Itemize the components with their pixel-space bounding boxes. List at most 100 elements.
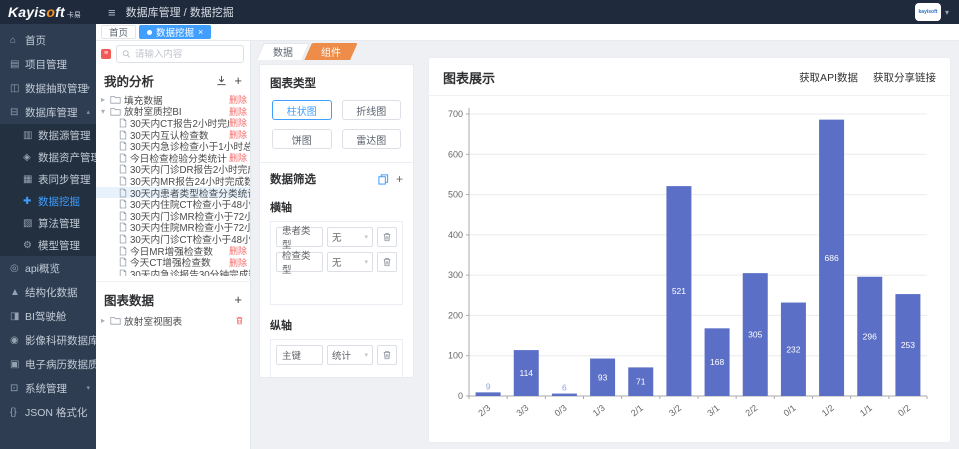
chart-title: 图表展示: [443, 68, 495, 87]
avatar[interactable]: kayisoft: [915, 3, 941, 21]
add-filter-icon[interactable]: +: [396, 173, 403, 185]
config-panel: 数据 组件 图表类型 柱状图折线图饼图雷达图 数据筛选 + 横轴 患者类型无▾检…: [252, 41, 422, 449]
delete-trash-icon[interactable]: [235, 316, 250, 325]
data-source-icon: ▥: [23, 130, 38, 141]
sidebar-item-model[interactable]: ⚙模型管理: [0, 234, 96, 256]
bar-value-label: 168: [710, 357, 724, 367]
delete-axis-button[interactable]: [377, 252, 397, 272]
add-analysis-icon[interactable]: +: [234, 74, 242, 87]
sidebar-item-system[interactable]: ⊡系统管理▾: [0, 376, 96, 400]
bar-value-label: 686: [824, 253, 838, 263]
sidebar-item-data-extract[interactable]: ◫数据抽取管理▾: [0, 76, 96, 100]
tab-component[interactable]: 组件: [308, 43, 354, 60]
file-icon: [119, 269, 127, 276]
sidebar-item-structured-data[interactable]: ▲结构化数据: [0, 280, 96, 304]
panel-toggle-icon[interactable]: ≡: [101, 49, 111, 59]
svg-text:100: 100: [448, 351, 463, 361]
x-tick-label: 2/3: [476, 403, 492, 419]
chart-type-pie-button[interactable]: 饼图: [272, 129, 332, 149]
bar-value-label: 296: [863, 331, 877, 341]
chart-type-line-button[interactable]: 折线图: [342, 100, 402, 120]
sidebar-item-imaging-research-db[interactable]: ◉影像科研数据库: [0, 328, 96, 352]
tree-item[interactable]: 30天内急诊报告30分钟完成数: [96, 268, 250, 276]
bar-value-label: 114: [519, 368, 533, 378]
file-icon: [119, 130, 127, 140]
file-icon: [119, 141, 127, 151]
delete-axis-button[interactable]: [377, 227, 397, 247]
system-icon: ⊡: [10, 383, 25, 394]
x-tick-label: 2/2: [743, 403, 759, 419]
bar-value-label: 521: [672, 286, 686, 296]
delete-axis-button[interactable]: [377, 345, 397, 365]
close-icon[interactable]: ×: [198, 28, 203, 37]
file-icon: [119, 153, 127, 163]
add-chart-data-icon[interactable]: +: [234, 293, 242, 306]
bar: [476, 392, 501, 396]
data-asset-icon: ◈: [23, 152, 38, 163]
dot-icon: [147, 30, 152, 35]
model-icon: ⚙: [23, 240, 38, 251]
axis-agg-select[interactable]: 无▾: [327, 227, 373, 247]
axis-field[interactable]: 患者类型: [276, 227, 323, 247]
sidebar-item-api-overview[interactable]: ◎api概览: [0, 256, 96, 280]
sidebar: ⌂首页▤项目管理◫数据抽取管理▾⊟数据库管理▴▥数据源管理◈数据资产管理▦表同步…: [0, 24, 96, 449]
x-tick-label: 0/1: [782, 403, 798, 419]
copy-icon[interactable]: [378, 174, 389, 185]
bar-value-label: 253: [901, 340, 915, 350]
bar-value-label: 71: [636, 377, 646, 387]
database-icon: ⊟: [10, 107, 25, 118]
bar: [552, 394, 577, 396]
sidebar-item-algorithm[interactable]: ▧算法管理: [0, 212, 96, 234]
svg-text:0: 0: [458, 391, 463, 401]
x-tick-label: 3/2: [667, 403, 683, 419]
x-tick-label: 3/3: [514, 403, 530, 419]
tab-home[interactable]: 首页: [101, 25, 136, 39]
analysis-panel: ≡ 我的分析 + ▸填充数据删除▾放射室质控BI删除30天内CT报告2小时完成数…: [96, 41, 251, 449]
get-api-data-link[interactable]: 获取API数据: [799, 70, 858, 85]
home-icon: ⌂: [10, 35, 25, 46]
imaging-research-db-icon: ◉: [10, 335, 25, 346]
logo-subtitle: 卡易: [67, 10, 81, 20]
sidebar-item-bi-cockpit[interactable]: ◨BI驾驶舱: [0, 304, 96, 328]
config-card: 图表类型 柱状图折线图饼图雷达图 数据筛选 + 横轴 患者类型无▾检查类型无▾ …: [259, 64, 414, 378]
svg-text:300: 300: [448, 270, 463, 280]
chart-type-title: 图表类型: [270, 75, 403, 91]
chart-type-bar-button[interactable]: 柱状图: [272, 100, 332, 120]
chart-type-radar-button[interactable]: 雷达图: [342, 129, 402, 149]
svg-text:500: 500: [448, 190, 463, 200]
x-axis-title: 横轴: [270, 199, 403, 215]
data-mining-icon: ✚: [23, 196, 38, 207]
bar-value-label: 93: [598, 372, 608, 382]
sidebar-item-emr-qc[interactable]: ▣电子病历数据质控: [0, 352, 96, 376]
chevron-down-icon: ▾: [364, 258, 368, 266]
axis-field[interactable]: 检查类型: [276, 252, 323, 272]
axis-agg-select[interactable]: 无▾: [327, 252, 373, 272]
data-filter-title: 数据筛选: [270, 171, 316, 187]
file-icon: [119, 188, 127, 198]
axis-field[interactable]: 主键: [276, 345, 323, 365]
sidebar-item-json-format[interactable]: {}JSON 格式化: [0, 400, 96, 424]
menu-collapse-icon[interactable]: ≡: [108, 6, 116, 19]
tab-data[interactable]: 数据: [260, 43, 306, 60]
caret-icon[interactable]: ▾: [101, 107, 110, 116]
bi-cockpit-icon: ◨: [10, 311, 25, 322]
sidebar-item-database[interactable]: ⊟数据库管理▴: [0, 100, 96, 124]
tab-data-mining[interactable]: 数据挖掘×: [139, 25, 211, 39]
sidebar-item-table-sync[interactable]: ▦表同步管理: [0, 168, 96, 190]
search-input[interactable]: [135, 49, 238, 60]
svg-text:200: 200: [448, 310, 463, 320]
import-icon[interactable]: [216, 75, 227, 86]
axis-agg-select[interactable]: 统计▾: [327, 345, 373, 365]
get-share-link[interactable]: 获取分享链接: [873, 70, 936, 85]
caret-icon[interactable]: ▸: [101, 316, 110, 325]
project-icon: ▤: [10, 59, 25, 70]
sidebar-item-data-asset[interactable]: ◈数据资产管理: [0, 146, 96, 168]
chevron-down-icon[interactable]: ▾: [945, 8, 949, 17]
tree-item[interactable]: ▸放射室视图表: [96, 313, 250, 328]
sidebar-item-data-source[interactable]: ▥数据源管理: [0, 124, 96, 146]
caret-icon[interactable]: ▸: [101, 95, 110, 104]
app-logo[interactable]: Kayisoft 卡易: [0, 4, 96, 20]
sidebar-item-data-mining[interactable]: ✚数据挖掘: [0, 190, 96, 212]
sidebar-item-project[interactable]: ▤项目管理: [0, 52, 96, 76]
sidebar-item-home[interactable]: ⌂首页: [0, 28, 96, 52]
